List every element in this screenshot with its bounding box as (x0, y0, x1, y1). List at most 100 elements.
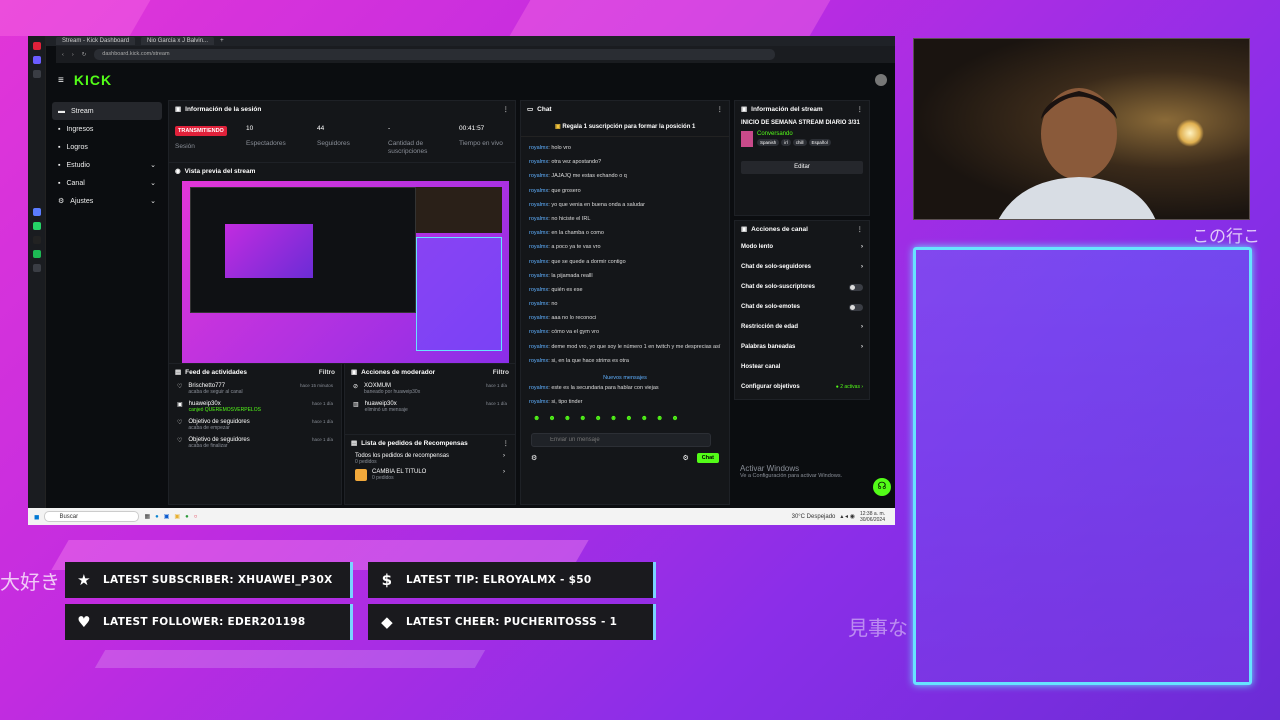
taskbar-search[interactable]: Buscar (44, 511, 140, 522)
tag[interactable]: irl (781, 139, 791, 146)
nav-logros[interactable]: ▪ Logros (52, 138, 162, 156)
stream-preview[interactable] (182, 181, 509, 363)
kick-logo[interactable]: KICK (74, 72, 112, 88)
clock[interactable]: 12:38 a. m. 30/06/2024 (860, 511, 885, 523)
action-goals[interactable]: Configurar objetivos ● 2 activas › (735, 377, 869, 397)
nav-ingresos[interactable]: ▪ Ingresos (52, 120, 162, 138)
new-tab-icon[interactable]: + (220, 38, 224, 44)
chat-username[interactable]: royalmx (529, 244, 548, 250)
emote-icon[interactable]: ☻ (610, 415, 617, 422)
more-icon[interactable]: ⋮ (857, 225, 864, 233)
emote-icon[interactable]: ☻ (564, 415, 571, 422)
menu-icon[interactable]: ≡ (58, 75, 64, 86)
rewards-all-row[interactable]: Todos los pedidos de recompensas 0 pedido… (345, 451, 515, 467)
avatar[interactable] (875, 74, 887, 86)
nav-estudio[interactable]: ▪ Estudio ⌄ (52, 156, 162, 174)
chat-username[interactable]: royalmx (529, 216, 548, 222)
chat-username[interactable]: royalmx (529, 315, 548, 321)
chat-username[interactable]: royalmx (529, 159, 548, 165)
chat-username[interactable]: royalmx (529, 301, 548, 307)
chat-username[interactable]: royalmx (529, 259, 548, 265)
reload-icon[interactable]: ↻ (82, 52, 87, 58)
forward-icon[interactable]: › (72, 52, 74, 58)
chat-username[interactable]: royalmx (529, 273, 548, 279)
emote-icon[interactable]: ☻ (625, 415, 632, 422)
emote-icon[interactable]: ☻ (671, 415, 678, 422)
chat-username[interactable]: royalmx (529, 399, 548, 405)
chat-username[interactable]: royalmx (529, 287, 548, 293)
back-icon[interactable]: ‹ (62, 52, 64, 58)
emote-icon[interactable]: ☻ (656, 415, 663, 422)
activity-feed-panel: ▤ Feed de actividades Filtro ♡ Brischetto77… (168, 363, 342, 505)
more-icon[interactable]: ⋮ (717, 105, 724, 113)
panel-title: ▣ Información del stream ⋮ (735, 101, 869, 117)
nav-stream[interactable]: ▬ Stream (52, 102, 162, 120)
action-host-channel[interactable]: Hostear canal (735, 357, 869, 377)
panel-title: ▭ Chat ⋮ (521, 101, 729, 117)
tab-kick-dashboard[interactable]: Stream - Kick Dashboard (56, 37, 136, 45)
opera-icon[interactable] (32, 42, 41, 50)
weather-text[interactable]: 30°C Despejado (792, 514, 836, 520)
url-field[interactable]: dashboard.kick.com/stream (94, 49, 775, 60)
emote-icon[interactable]: ☻ (548, 415, 555, 422)
tag[interactable]: chill (792, 139, 807, 146)
chat-username[interactable]: royalmx (529, 329, 548, 335)
chrome-icon[interactable]: ● (185, 514, 189, 520)
headset-icon[interactable]: ☊ (873, 478, 891, 496)
chat-username[interactable]: royalmx (529, 188, 548, 194)
bookmark-icon[interactable] (32, 70, 41, 78)
chat-username[interactable]: royalmx (529, 173, 548, 179)
emote-icon[interactable]: ☻ (533, 415, 540, 422)
explorer-icon[interactable]: ▣ (174, 513, 180, 520)
whatsapp-icon[interactable] (32, 222, 41, 230)
overlay-japanese-text: 大好き (0, 570, 60, 594)
music-icon[interactable] (32, 264, 41, 272)
action-label: Restricción de edad (741, 324, 799, 330)
action-banned-words[interactable]: Palabras baneadas › (735, 337, 869, 357)
tray-icons[interactable]: ▴ ◂ ◉ (840, 513, 855, 520)
nav-ajustes[interactable]: ⚙ Ajustes ⌄ (52, 192, 162, 210)
chat-username[interactable]: royalmx (529, 358, 548, 364)
chat-username[interactable]: royalmx (529, 202, 548, 208)
spotify-icon[interactable] (32, 250, 41, 258)
edit-button[interactable]: Editar (741, 161, 863, 174)
subs-only-toggle[interactable] (849, 283, 863, 291)
chat-input[interactable] (531, 433, 711, 448)
emote-icon[interactable]: ☻ (579, 415, 586, 422)
taskview-icon[interactable]: ▦ (144, 513, 150, 520)
chat-username[interactable]: royalmx (529, 145, 548, 151)
chat-username[interactable]: royalmx (529, 344, 548, 350)
tab-youtube[interactable]: Nio García x J Balvin... (141, 37, 215, 45)
settings-icon[interactable]: ⚙ (531, 454, 537, 462)
gear-icon[interactable]: ⚙ (682, 454, 688, 462)
tag[interactable]: Español (808, 139, 831, 146)
opera-taskbar-icon[interactable]: ○ (194, 514, 198, 520)
chat-username[interactable]: royalmx (529, 385, 548, 391)
more-icon[interactable]: ⋮ (503, 439, 510, 447)
action-age-restriction[interactable]: Restricción de edad › (735, 317, 869, 337)
filter-button[interactable]: Filtro (493, 369, 509, 376)
panel-title-text: Vista previa del stream (184, 167, 256, 175)
action-followers-only[interactable]: Chat de solo-seguidores › (735, 257, 869, 277)
tag[interactable]: Spanish (757, 139, 780, 146)
emote-icon[interactable]: ☻ (641, 415, 648, 422)
filter-button[interactable]: Filtro (319, 369, 335, 376)
panel-title: ▤ Lista de pedidos de Recompensas ⋮ (345, 435, 515, 451)
reward-item[interactable]: CAMBIA EL TITULO 0 pedidos › (345, 467, 515, 483)
messenger-icon[interactable] (32, 208, 41, 216)
emote-icon[interactable]: ☻ (595, 415, 602, 422)
outlook-icon[interactable]: ▣ (164, 513, 170, 520)
home-icon[interactable] (32, 56, 41, 64)
chat-username[interactable]: royalmx (529, 230, 548, 236)
pinned-message[interactable]: ▣ Regala 1 suscripción para formar la po… (521, 117, 729, 137)
windows-start-icon[interactable]: ■ (34, 512, 39, 522)
category-name[interactable]: Conversando (757, 131, 831, 137)
emotes-only-toggle[interactable] (849, 303, 863, 311)
x-icon[interactable] (32, 236, 41, 244)
edge-icon[interactable]: ● (155, 514, 159, 520)
more-icon[interactable]: ⋮ (857, 105, 864, 113)
more-icon[interactable]: ⋮ (503, 105, 510, 113)
action-slow-mode[interactable]: Modo lento › (735, 237, 869, 257)
chat-send-button[interactable]: Chat (696, 453, 719, 464)
nav-canal[interactable]: ▪ Canal ⌄ (52, 174, 162, 192)
